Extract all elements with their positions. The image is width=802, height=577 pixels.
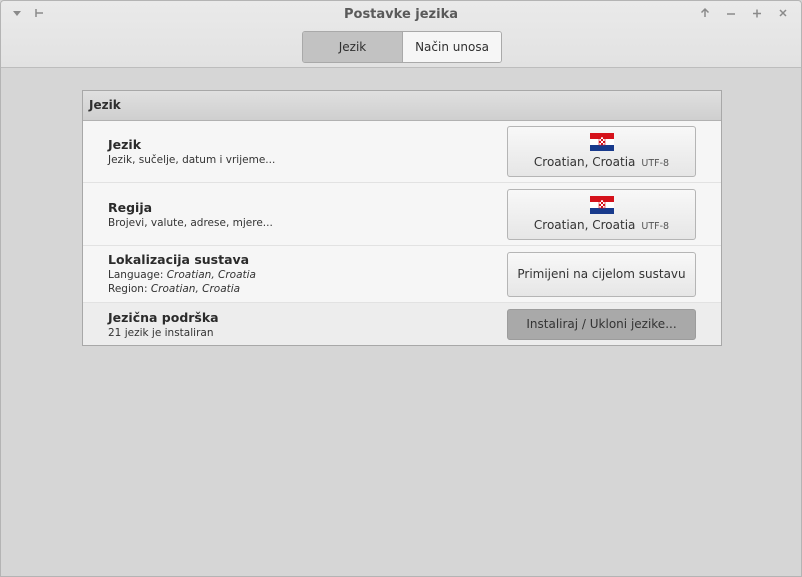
language-support-subtitle: 21 jezik je instaliran <box>108 327 214 339</box>
localization-language-label: Language: <box>108 269 164 281</box>
region-select-value: Croatian, Croatia <box>533 218 636 232</box>
titlebar-right-controls <box>699 6 789 20</box>
region-row-subtitle: Brojevi, valute, adrese, mjere... <box>108 217 273 229</box>
window-title: Postavke jezika <box>343 7 458 22</box>
maximize-icon[interactable] <box>751 6 763 20</box>
croatia-flag-icon <box>589 133 614 151</box>
language-row-subtitle: Jezik, sučelje, datum i vrijeme... <box>108 154 276 166</box>
language-encoding: UTF-8 <box>641 158 670 169</box>
titlebar: Postavke jezika Jezik Način unosa <box>1 1 801 68</box>
localization-region-line: Region: Croatian, Croatia <box>108 283 240 295</box>
tab-switcher: Jezik Način unosa <box>302 31 502 63</box>
panel-header: Jezik <box>83 91 721 121</box>
language-select-value: Croatian, Croatia <box>533 155 636 169</box>
tab-language[interactable]: Jezik <box>303 32 403 62</box>
tab-input-method[interactable]: Način unosa <box>403 32 501 62</box>
close-icon[interactable] <box>777 6 789 20</box>
apply-system-wide-button[interactable]: Primijeni na cijelom sustavu <box>507 252 696 297</box>
localization-region-value: Croatian, Croatia <box>150 283 241 295</box>
region-row-title: Regija <box>108 200 153 215</box>
localization-region-label: Region: <box>108 283 148 295</box>
localization-row-title: Lokalizacija sustava <box>108 252 250 267</box>
language-row: Jezik Jezik, sučelje, datum i vrijeme... <box>83 121 721 183</box>
minimize-icon[interactable] <box>725 6 737 20</box>
language-select-button[interactable]: Croatian, Croatia UTF-8 <box>507 126 696 177</box>
region-row: Regija Brojevi, valute, adrese, mjere... <box>83 183 721 246</box>
language-settings-window: Postavke jezika Jezik Način unosa Jezik … <box>0 0 802 577</box>
localization-language-value: Croatian, Croatia <box>166 269 256 281</box>
region-select-button[interactable]: Croatian, Croatia UTF-8 <box>507 189 696 240</box>
language-support-row: Jezična podrška 21 jezik je instaliran I… <box>83 303 721 345</box>
language-support-title: Jezična podrška <box>108 310 219 325</box>
region-encoding: UTF-8 <box>641 221 670 232</box>
keep-above-icon[interactable] <box>699 6 711 20</box>
language-row-title: Jezik <box>108 137 142 152</box>
localization-row: Lokalizacija sustava Language: Croatian,… <box>83 246 721 303</box>
install-remove-languages-button[interactable]: Instaliraj / Ukloni jezike... <box>507 309 696 340</box>
localization-language-line: Language: Croatian, Croatia <box>108 269 256 281</box>
croatia-flag-icon <box>589 196 614 214</box>
language-panel: Jezik Jezik Jezik, sučelje, datum i vrij… <box>82 90 722 346</box>
